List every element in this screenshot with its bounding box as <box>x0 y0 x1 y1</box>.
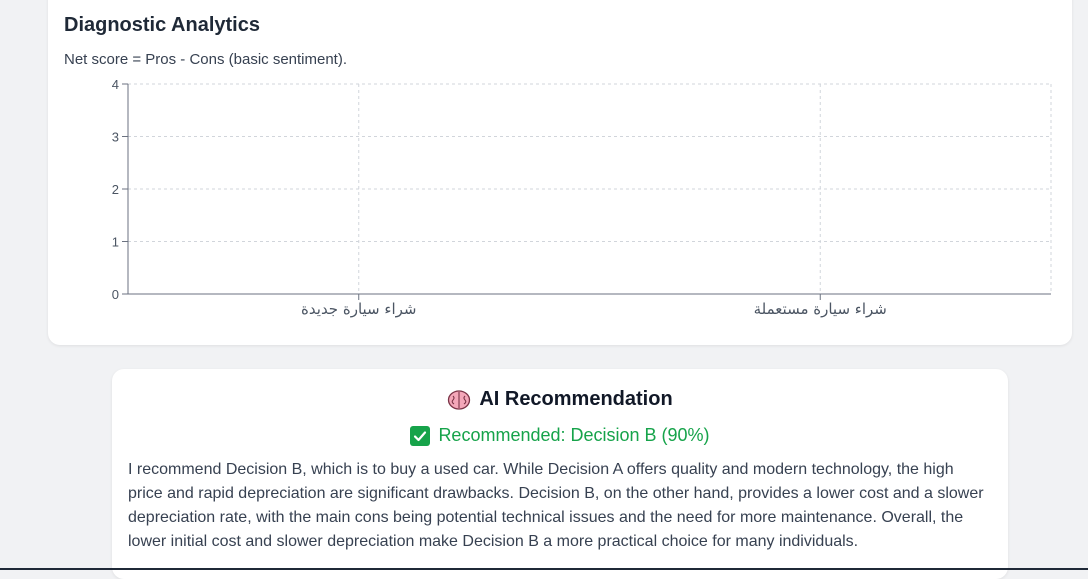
x-tick-label: شراء سيارة جديدة <box>301 300 416 318</box>
recommendation-header: AI Recommendation <box>112 388 1008 411</box>
recommendation-title: AI Recommendation <box>479 388 673 410</box>
diagnostic-analytics-card: Diagnostic Analytics Net score = Pros - … <box>48 0 1072 345</box>
y-tick-label: 0 <box>112 287 119 302</box>
y-tick-label: 3 <box>112 130 119 145</box>
recommended-decision-label: Recommended: Decision B (90%) <box>438 425 710 445</box>
y-tick-label: 2 <box>112 182 119 197</box>
ai-recommendation-card: AI Recommendation Recommended: Decision … <box>112 369 1008 579</box>
recommendation-body: I recommend Decision B, which is to buy … <box>128 461 984 550</box>
recommended-decision: Recommended: Decision B (90%) <box>112 425 1008 446</box>
x-tick-label: شراء سيارة مستعملة <box>754 300 887 318</box>
y-tick-label: 4 <box>112 77 119 92</box>
net-score-chart: 0 1 2 3 4 شراء سيارة جديدة شراء سيارة مستعملة <box>112 77 1052 318</box>
brain-icon <box>447 389 471 411</box>
check-icon <box>410 425 431 446</box>
y-tick-label: 1 <box>112 235 119 250</box>
